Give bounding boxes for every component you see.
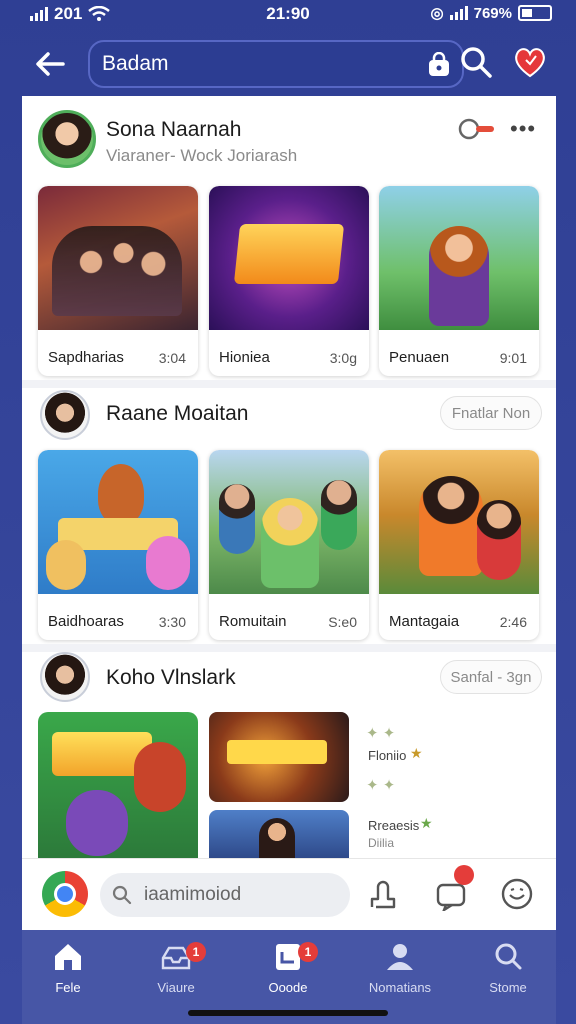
video-thumbnail [209, 186, 369, 330]
battery-percent: 769% [473, 4, 512, 22]
video-tile[interactable]: Romuitain S:e0 [209, 450, 369, 640]
side-label: Diilia [368, 836, 395, 850]
video-thumbnail [38, 186, 198, 330]
side-label: Rreaesis [368, 818, 420, 833]
avatar[interactable] [38, 110, 96, 168]
tile-duration: 2:46 [499, 614, 527, 630]
divider [22, 644, 556, 652]
tab-label: Ooode [268, 980, 308, 995]
tile-title: Mantagaia [389, 613, 460, 630]
video-tile-large[interactable] [38, 712, 198, 858]
status-bar: 201 21:90 ◎ 769% [0, 0, 576, 30]
follow-chip[interactable]: Sanfal - 3gn [440, 660, 542, 694]
divider [22, 380, 556, 388]
video-tile-small[interactable] [209, 712, 349, 802]
tab-label: Stome [489, 980, 527, 995]
feed-panel: Sona Naarnah Viaraner- Wock Joriarash ••… [22, 96, 556, 930]
card-subtitle: Viaraner- Wock Joriarash [106, 146, 298, 165]
video-tile[interactable]: Baidhoaras 3:30 [38, 450, 198, 640]
composer-bar: iaamimoiod [22, 858, 556, 930]
video-thumbnail [38, 450, 198, 594]
tile-duration: 3:30 [158, 614, 186, 630]
card-author-name[interactable]: Raane Moaitan [106, 402, 248, 426]
home-icon [55, 944, 81, 970]
tab-home[interactable]: Fele [28, 940, 108, 1010]
back-button[interactable] [22, 36, 78, 92]
tab-label: Viaure [157, 980, 195, 995]
tab-notifications[interactable]: Nomatians [360, 940, 440, 1010]
tile-duration: 9:01 [499, 350, 527, 366]
star-icon: ★ [410, 745, 423, 761]
star-icon: ★ [420, 815, 433, 831]
follow-chip[interactable]: Fnatlar Non [440, 396, 542, 430]
tab-search[interactable]: Stome [468, 940, 548, 1010]
card-author-name[interactable]: Koho Vlnslark [106, 666, 236, 690]
search-icon [112, 885, 132, 905]
tab-label: Nomatians [368, 980, 432, 995]
tile-duration: S:e0 [328, 614, 357, 630]
tile-title: Sapdharias [48, 349, 124, 366]
emoji-icon[interactable] [500, 877, 534, 911]
video-tile-small[interactable] [209, 810, 349, 858]
side-label: Floniio [368, 748, 407, 763]
tile-title: Penuaen [389, 349, 450, 366]
user-group-icon [387, 944, 413, 970]
cell-signal-icon [449, 6, 468, 20]
video-tile[interactable]: Hioniea 3:0g [209, 186, 369, 376]
tile-title: Baidhoaras [48, 613, 124, 630]
browser-logo-icon[interactable] [42, 871, 88, 917]
bag-icon[interactable] [426, 52, 452, 78]
video-tile[interactable]: Penuaen 9:01 [379, 186, 539, 376]
tile-title: Hioniea [219, 349, 270, 366]
composer-search-field[interactable]: iaamimoiod [100, 873, 350, 917]
search-icon [495, 943, 522, 970]
video-tile[interactable]: Mantagaia 2:46 [379, 450, 539, 640]
sparkle-icon: ✦ ✦ [366, 777, 396, 794]
tab-badge: 1 [186, 942, 206, 962]
tile-duration: 3:0g [329, 350, 357, 366]
notification-badge [454, 865, 474, 885]
battery-icon [518, 5, 552, 21]
avatar[interactable] [40, 390, 90, 440]
alarm-icon: ◎ [430, 5, 444, 22]
app-bar: Badam [22, 32, 556, 96]
heart-icon[interactable] [512, 44, 548, 80]
tab-label: Fele [55, 980, 81, 995]
tab-create[interactable]: Ooode 1 [248, 940, 328, 1010]
tile-duration: 3:04 [158, 350, 186, 366]
home-indicator[interactable] [188, 1010, 388, 1016]
composer-search-text: iaamimoiod [144, 884, 242, 905]
video-thumbnail [379, 450, 539, 594]
sparkle-icon: ✦ ✦ [366, 725, 396, 742]
share-icon[interactable] [366, 877, 400, 911]
video-thumbnail [209, 450, 369, 594]
tile-title: Romuitain [219, 613, 287, 630]
tab-badge: 1 [298, 942, 318, 962]
toggle-icon[interactable] [458, 118, 496, 140]
header-search-value: Badam [102, 52, 169, 75]
more-options-icon[interactable]: ••• [510, 116, 536, 142]
video-thumbnail [379, 186, 539, 330]
avatar[interactable] [40, 652, 90, 702]
phone-screen: 201 21:90 ◎ 769% Badam Sona Naarnah Viar… [0, 0, 576, 1024]
header-search-field[interactable]: Badam [88, 40, 464, 88]
search-icon[interactable] [458, 44, 494, 80]
card-author-name[interactable]: Sona Naarnah [106, 118, 241, 142]
tab-videos[interactable]: Viaure 1 [136, 940, 216, 1010]
arrow-left-icon [36, 52, 65, 76]
video-tile[interactable]: Sapdharias 3:04 [38, 186, 198, 376]
